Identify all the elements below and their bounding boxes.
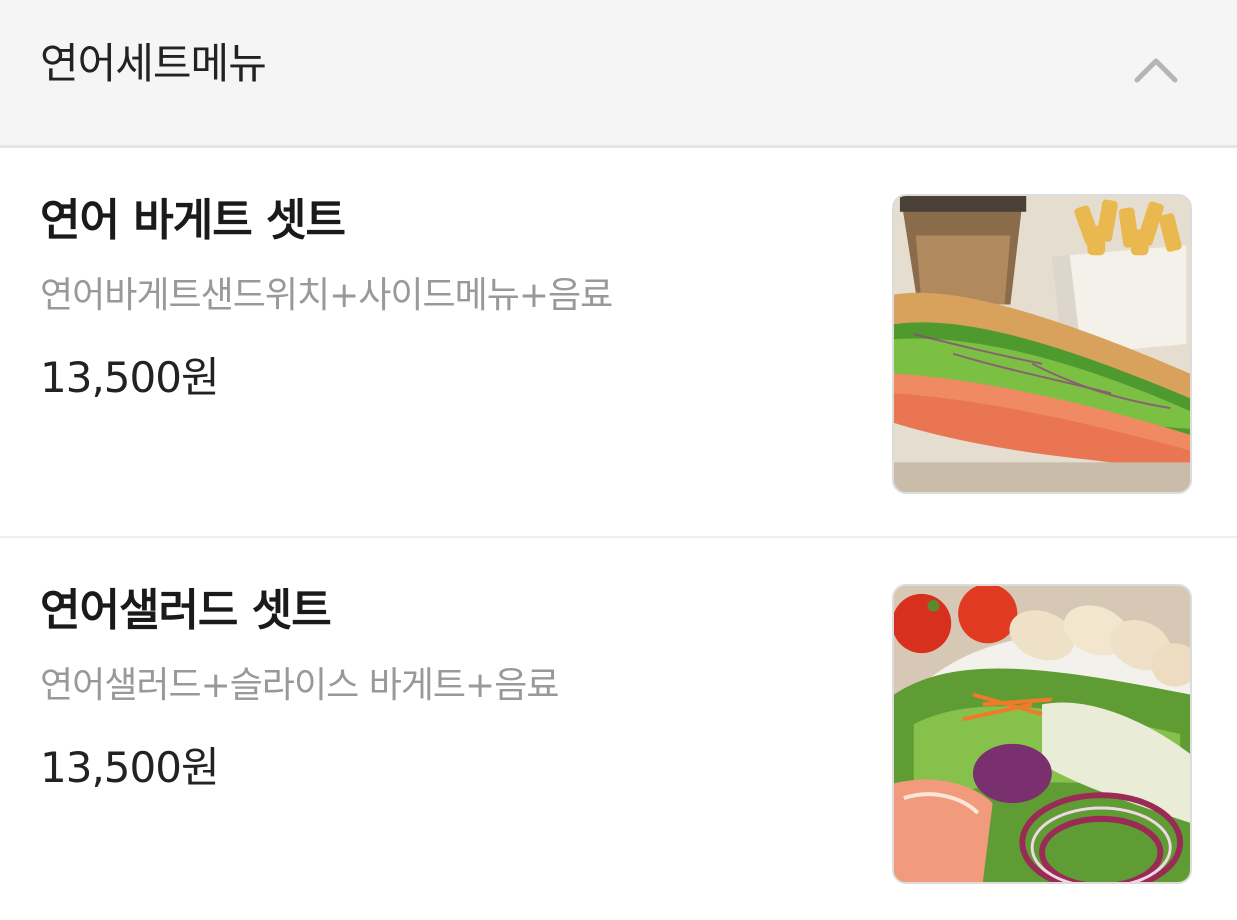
menu-page: 연어세트메뉴 연어 바게트 셋트 연어바게트샌드위치+사이드메뉴+음료 13,5…: [0, 0, 1237, 920]
collapse-toggle-button[interactable]: [1120, 40, 1192, 100]
section-header[interactable]: 연어세트메뉴: [0, 0, 1237, 148]
salmon-salad-photo[interactable]: [892, 584, 1192, 884]
section-title: 연어세트메뉴: [40, 39, 267, 88]
salmon-salad-photo-art: [894, 586, 1190, 882]
menu-item-price: 13,500원: [40, 353, 220, 402]
chevron-up-icon: [1134, 58, 1178, 83]
menu-item-salmon-salad-set[interactable]: 연어샐러드 셋트 연어샐러드+슬라이스 바게트+음료 13,500원: [0, 538, 1237, 920]
menu-item-salmon-baguette-set[interactable]: 연어 바게트 셋트 연어바게트샌드위치+사이드메뉴+음료 13,500원: [0, 148, 1237, 538]
menu-item-name: 연어 바게트 셋트: [40, 195, 346, 246]
salmon-baguette-photo-art: [894, 196, 1190, 492]
menu-item-description: 연어바게트샌드위치+사이드메뉴+음료: [40, 275, 613, 316]
salmon-baguette-photo[interactable]: [892, 194, 1192, 494]
menu-item-description: 연어샐러드+슬라이스 바게트+음료: [40, 665, 559, 706]
menu-item-name: 연어샐러드 셋트: [40, 585, 332, 636]
menu-item-price: 13,500원: [40, 743, 220, 792]
